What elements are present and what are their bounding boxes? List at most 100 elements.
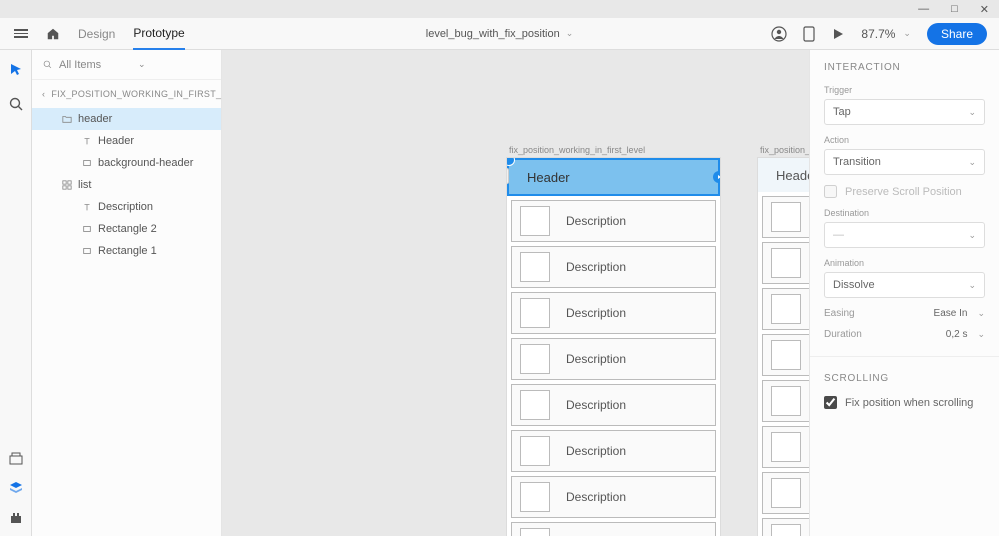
text-icon	[82, 136, 92, 146]
list-item-label: Description	[566, 490, 626, 504]
preserve-scroll-checkbox[interactable]: Preserve Scroll Position	[824, 185, 985, 198]
rect-icon	[82, 224, 92, 234]
list-item[interactable]: Description	[762, 426, 809, 468]
field-label: Trigger	[824, 85, 985, 95]
thumbnail-placeholder	[771, 248, 801, 278]
layer-row[interactable]: background-header	[32, 152, 221, 174]
layer-row[interactable]: Rectangle 1	[32, 240, 221, 262]
list-item[interactable]: Description	[762, 196, 809, 238]
libraries-icon[interactable]	[8, 450, 24, 466]
thumbnail-placeholder	[520, 482, 550, 512]
animation-select[interactable]: Dissolve⌄	[824, 272, 985, 298]
avatar-icon[interactable]	[771, 26, 787, 42]
rect-icon	[82, 158, 92, 168]
plugins-icon[interactable]	[8, 510, 24, 526]
layer-label: Description	[98, 201, 153, 213]
thumbnail-placeholder	[771, 432, 801, 462]
list-item-label: Description	[566, 352, 626, 366]
grid-icon	[62, 180, 72, 190]
list-item[interactable]: Description	[511, 522, 716, 536]
tab-design[interactable]: Design	[78, 19, 115, 49]
list-item-label: Description	[566, 306, 626, 320]
list-item[interactable]: Description	[511, 338, 716, 380]
layers-search[interactable]: All Items ⌄	[32, 50, 221, 80]
window-close[interactable]: ✕	[980, 3, 989, 16]
list-item[interactable]: Description	[762, 518, 809, 536]
play-icon[interactable]	[831, 27, 845, 41]
layer-row[interactable]: header	[32, 108, 221, 130]
chevron-left-icon: ‹	[42, 89, 45, 99]
list-item[interactable]: Description	[762, 334, 809, 376]
layer-label: background-header	[98, 157, 193, 169]
list-item-label: Description	[566, 214, 626, 228]
thumbnail-placeholder	[520, 528, 550, 536]
window-maximize[interactable]: □	[951, 3, 958, 15]
top-toolbar: Design Prototype level_bug_with_fix_posi…	[0, 18, 999, 50]
tool-strip	[0, 50, 32, 536]
fix-position-checkbox[interactable]: Fix position when scrolling	[824, 396, 985, 409]
zoom-level[interactable]: 87.7%⌄	[861, 27, 911, 41]
chevron-down-icon: ⌄	[138, 59, 211, 70]
artboard[interactable]: Header Description Description Description…	[507, 158, 720, 536]
connection-handle-icon[interactable]	[713, 171, 720, 183]
destination-select[interactable]: —⌄	[824, 222, 985, 248]
chevron-down-icon[interactable]: ⌄	[977, 329, 985, 340]
thumbnail-placeholder	[771, 340, 801, 370]
list-item[interactable]: Description	[511, 200, 716, 242]
field-label: Action	[824, 135, 985, 145]
fix-position-badge-icon	[507, 168, 509, 184]
document-title[interactable]: level_bug_with_fix_position ⌄	[426, 28, 573, 40]
list-item[interactable]: Description	[762, 242, 809, 284]
list-item-label: Description	[566, 260, 626, 274]
field-label: Destination	[824, 208, 985, 218]
layer-label: Header	[98, 135, 134, 147]
hamburger-menu-icon[interactable]	[14, 29, 28, 38]
artboard[interactable]: Header DescriptionDescriptionDescription…	[758, 158, 809, 536]
layer-label: list	[78, 179, 91, 191]
window-minimize[interactable]: —	[918, 3, 929, 15]
search-icon[interactable]	[8, 96, 24, 112]
home-icon[interactable]	[46, 27, 60, 41]
thumbnail-placeholder	[771, 524, 801, 536]
layer-row[interactable]: list	[32, 174, 221, 196]
inspector-panel: INTERACTION Trigger Tap⌄ Action Transiti…	[809, 50, 999, 536]
layer-row[interactable]: Header	[32, 130, 221, 152]
thumbnail-placeholder	[520, 252, 550, 282]
device-preview-icon[interactable]	[803, 26, 815, 42]
trigger-select[interactable]: Tap⌄	[824, 99, 985, 125]
list-item[interactable]: Description	[511, 246, 716, 288]
list-item[interactable]: Description	[762, 472, 809, 514]
list-item[interactable]: Description	[762, 288, 809, 330]
section-title: INTERACTION	[824, 62, 985, 73]
thumbnail-placeholder	[520, 344, 550, 374]
thumbnail-placeholder	[520, 206, 550, 236]
thumbnail-placeholder	[520, 390, 550, 420]
text-icon	[82, 202, 92, 212]
chevron-down-icon[interactable]: ⌄	[977, 308, 985, 319]
action-select[interactable]: Transition⌄	[824, 149, 985, 175]
select-tool-icon[interactable]	[8, 62, 24, 78]
canvas[interactable]: fix_position_working_in_first_level Head…	[222, 50, 809, 536]
layer-row[interactable]: Rectangle 2	[32, 218, 221, 240]
layer-label: Rectangle 2	[98, 223, 157, 235]
layer-row[interactable]: Description	[32, 196, 221, 218]
artboard-header[interactable]: Header	[509, 160, 718, 194]
list-item[interactable]: Description	[511, 476, 716, 518]
tab-prototype[interactable]: Prototype	[133, 18, 184, 50]
field-label: Animation	[824, 258, 985, 268]
list-item[interactable]: Description	[511, 430, 716, 472]
layer-label: header	[78, 113, 112, 125]
artboard-header[interactable]: Header	[758, 158, 809, 192]
artboard-title[interactable]: fix_position_not_working_in_second_level	[758, 145, 809, 155]
section-title: SCROLLING	[824, 373, 985, 384]
list-item[interactable]: Description	[762, 380, 809, 422]
layers-breadcrumb[interactable]: ‹ FIX_POSITION_WORKING_IN_FIRST_LEVEL	[32, 80, 221, 108]
list-item-label: Description	[566, 444, 626, 458]
layers-icon[interactable]	[8, 480, 24, 496]
thumbnail-placeholder	[771, 202, 801, 232]
list-item[interactable]: Description	[511, 292, 716, 334]
list-item[interactable]: Description	[511, 384, 716, 426]
window-titlebar: — □ ✕	[0, 0, 999, 18]
artboard-title[interactable]: fix_position_working_in_first_level	[507, 145, 720, 155]
share-button[interactable]: Share	[927, 23, 987, 45]
